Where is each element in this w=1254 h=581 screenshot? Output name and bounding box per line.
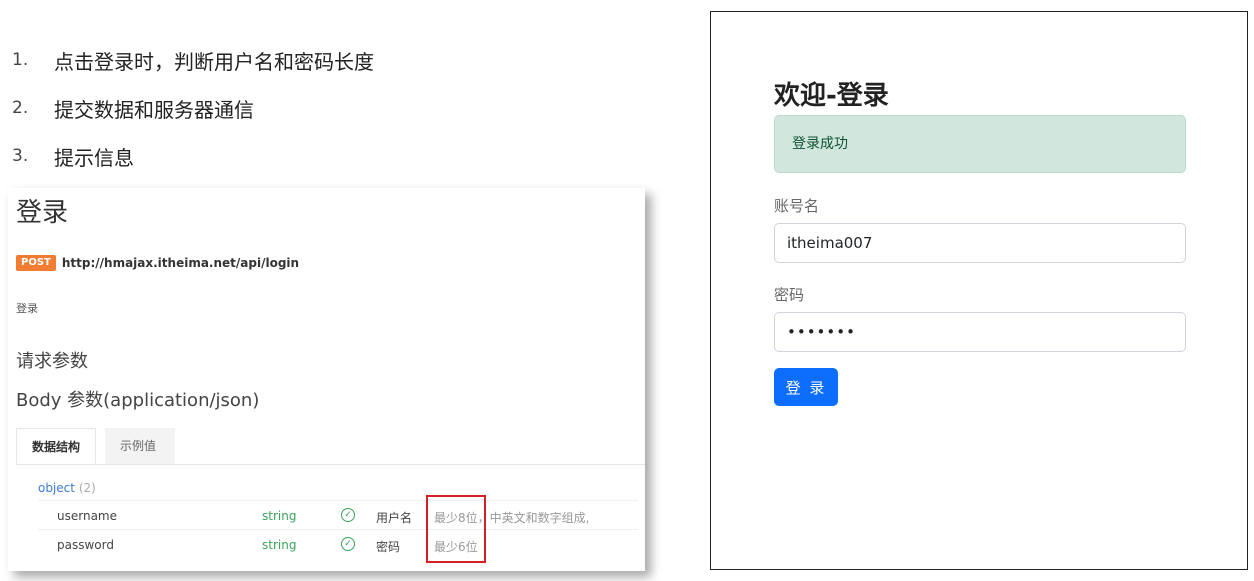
field-description: 密码 [376, 540, 401, 554]
login-title: 欢迎-登录 [774, 81, 889, 111]
object-count: (2) [78, 481, 96, 495]
step-number: 3. [12, 146, 29, 166]
steps-list: 1. 点击登录时，判断用户名和密码长度 2. 提交数据和服务器通信 3. 提示信… [12, 36, 374, 180]
divider [38, 500, 638, 501]
endpoint-description: 登录 [16, 302, 38, 315]
rule-highlight-box [426, 495, 486, 563]
endpoint-row: POST http://hmajax.itheima.net/api/login [16, 255, 299, 271]
login-panel: 欢迎-登录 登录成功 账号名 密码 登 录 [710, 11, 1248, 570]
username-field[interactable] [774, 223, 1186, 263]
success-alert: 登录成功 [774, 115, 1186, 173]
field-description: 用户名 [376, 511, 413, 525]
password-field[interactable] [774, 312, 1186, 352]
required-check-icon: ✓ [341, 508, 355, 522]
required-check-icon: ✓ [341, 537, 355, 551]
schema-tabs: 数据结构 示例值 [16, 428, 645, 465]
field-type: string [262, 509, 297, 523]
endpoint-url: http://hmajax.itheima.net/api/login [61, 256, 300, 270]
method-badge: POST [16, 255, 56, 271]
body-params-heading: Body 参数(application/json) [16, 390, 260, 411]
api-doc-panel: 登录 POST http://hmajax.itheima.net/api/lo… [8, 188, 645, 571]
step-text: 提示信息 [54, 145, 134, 170]
step-item: 3. 提示信息 [12, 132, 374, 180]
field-name: password [57, 538, 114, 552]
doc-title: 登录 [16, 198, 69, 228]
object-label: object [38, 481, 75, 495]
login-button[interactable]: 登 录 [774, 368, 838, 406]
request-params-heading: 请求参数 [16, 351, 88, 372]
table-row: password string ✓ 密码 最少6位 [8, 532, 645, 560]
step-item: 2. 提交数据和服务器通信 [12, 84, 374, 132]
step-text: 提交数据和服务器通信 [54, 97, 254, 122]
divider [38, 529, 638, 530]
tab-example-value[interactable]: 示例值 [105, 428, 175, 464]
field-name: username [57, 509, 117, 523]
object-node[interactable]: object (2) [38, 481, 96, 495]
username-label: 账号名 [774, 197, 820, 215]
password-label: 密码 [774, 286, 805, 304]
step-number: 2. [12, 98, 29, 118]
step-number: 1. [12, 50, 29, 70]
tab-data-structure[interactable]: 数据结构 [16, 428, 96, 464]
table-row: username string ✓ 用户名 最少8位，中英文和数字组成, [8, 503, 645, 531]
field-type: string [262, 538, 297, 552]
step-text: 点击登录时，判断用户名和密码长度 [54, 49, 374, 74]
step-item: 1. 点击登录时，判断用户名和密码长度 [12, 36, 374, 84]
